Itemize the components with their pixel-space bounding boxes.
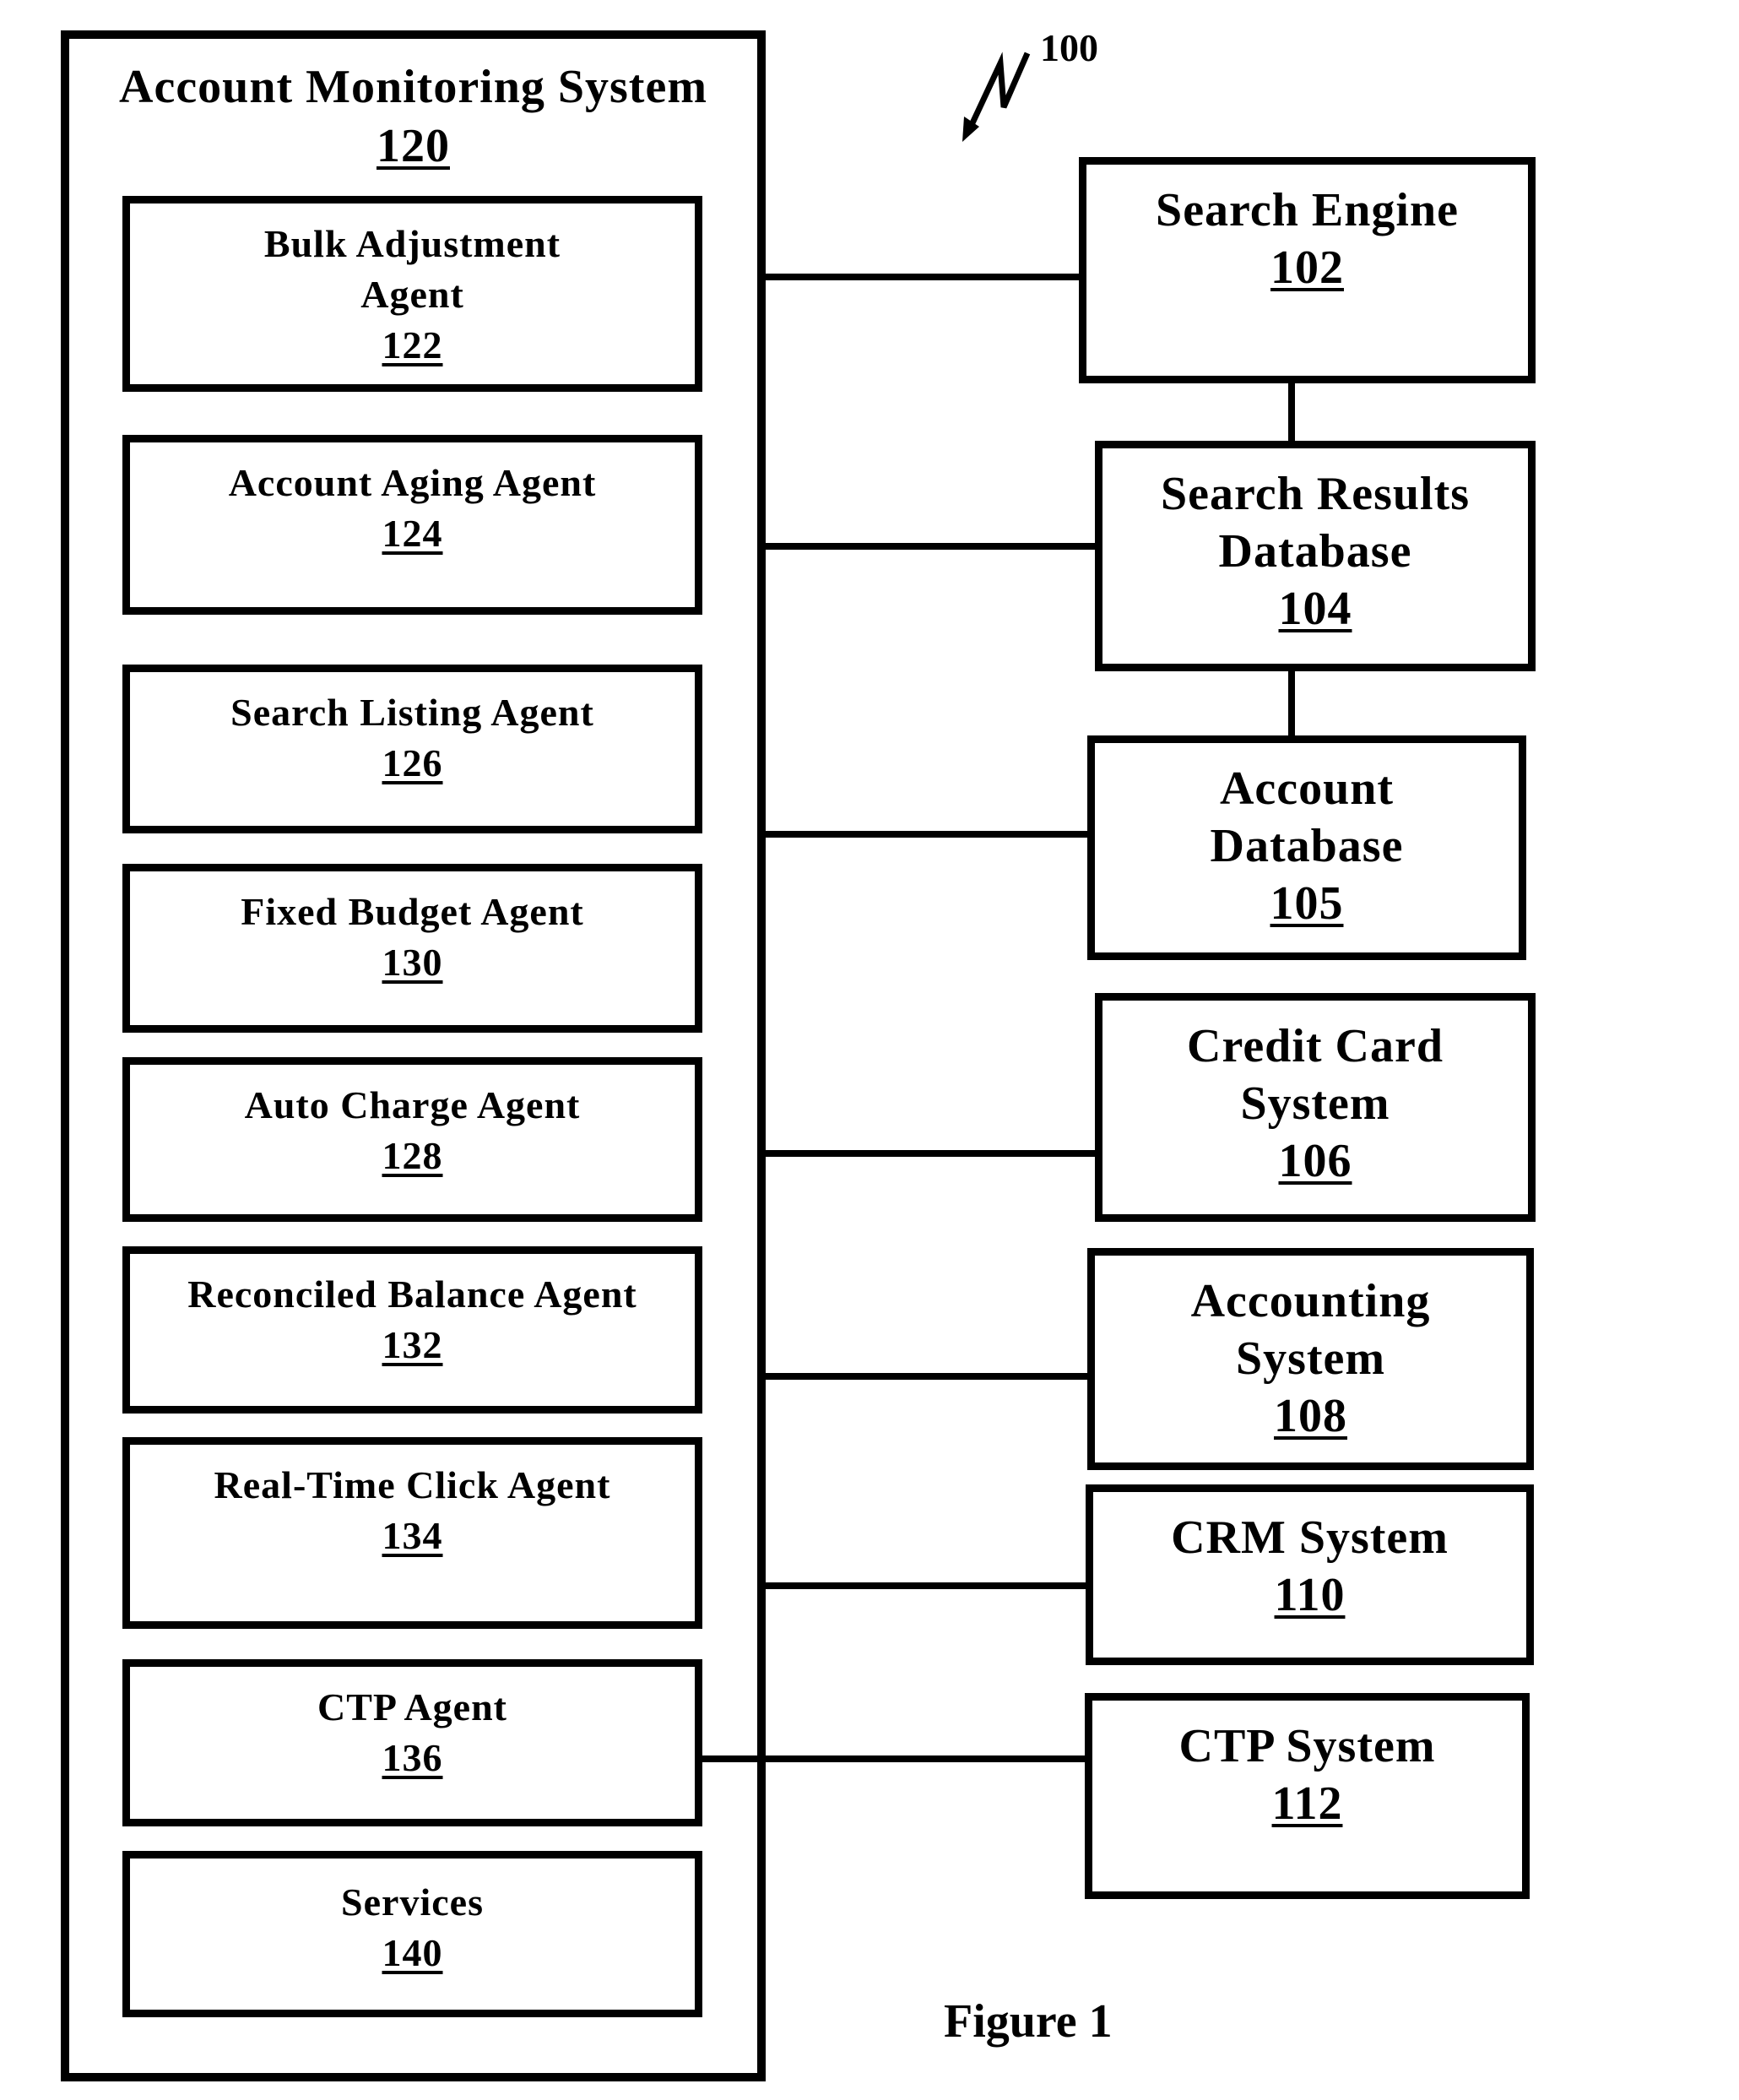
system-ref: 110 xyxy=(1274,1569,1346,1621)
system-accounting: Accounting System 108 xyxy=(1087,1248,1534,1470)
reference-arrow-icon xyxy=(962,52,1031,142)
agent-bulk-adjustment: Bulk Adjustment Agent 122 xyxy=(122,196,702,392)
system-ref: 104 xyxy=(1278,583,1352,635)
system-ref: 106 xyxy=(1278,1135,1352,1187)
agent-label: Reconciled Balance Agent xyxy=(187,1272,637,1316)
system-ref: 120 xyxy=(377,120,450,172)
agent-ctp: CTP Agent 136 xyxy=(122,1659,702,1826)
agent-label: Fixed Budget Agent xyxy=(241,890,584,933)
system-ctp: CTP System 112 xyxy=(1085,1693,1530,1899)
system-label: Account Database xyxy=(1210,762,1404,872)
connector-120-110 xyxy=(766,1582,1086,1589)
connector-104-105 xyxy=(1288,671,1295,735)
agent-label: Search Listing Agent xyxy=(230,691,594,734)
connector-120-106 xyxy=(766,1150,1095,1157)
agent-ref: 126 xyxy=(382,741,443,784)
agent-ref: 132 xyxy=(382,1323,443,1366)
agent-reconciled-balance: Reconciled Balance Agent 132 xyxy=(122,1246,702,1414)
agent-label: Real-Time Click Agent xyxy=(214,1463,611,1506)
agent-ref: 136 xyxy=(382,1736,443,1779)
system-label: Accounting System xyxy=(1190,1275,1431,1385)
system-ref: 105 xyxy=(1270,877,1344,930)
agent-label: Services xyxy=(341,1880,484,1924)
system-search-engine: Search Engine 102 xyxy=(1079,157,1536,383)
agent-label: Auto Charge Agent xyxy=(244,1083,581,1126)
system-label: Credit Card System xyxy=(1187,1020,1444,1130)
connector-136-112 xyxy=(702,1755,1085,1762)
system-label: CRM System xyxy=(1171,1511,1449,1564)
agent-auto-charge: Auto Charge Agent 128 xyxy=(122,1057,702,1222)
figure-reference-number: 100 xyxy=(1040,26,1098,69)
system-ref: 102 xyxy=(1270,241,1344,294)
agent-search-listing: Search Listing Agent 126 xyxy=(122,665,702,833)
system-title: Account Monitoring System xyxy=(119,61,707,113)
system-search-results-database: Search Results Database 104 xyxy=(1095,441,1536,671)
agent-ref: 130 xyxy=(382,941,443,984)
agent-ref: 124 xyxy=(382,512,443,555)
agent-ref: 122 xyxy=(382,323,443,366)
agent-real-time-click: Real-Time Click Agent 134 xyxy=(122,1437,702,1629)
system-credit-card: Credit Card System 106 xyxy=(1095,993,1536,1222)
system-label: Search Results Database xyxy=(1160,468,1471,578)
agent-ref: 128 xyxy=(382,1134,443,1177)
agent-services: Services 140 xyxy=(122,1851,702,2017)
system-label: Search Engine xyxy=(1156,184,1459,236)
agent-fixed-budget: Fixed Budget Agent 130 xyxy=(122,864,702,1033)
system-account-database: Account Database 105 xyxy=(1087,735,1526,960)
agent-label: Bulk Adjustment Agent xyxy=(263,222,561,316)
agent-label: CTP Agent xyxy=(317,1685,507,1728)
agent-label: Account Aging Agent xyxy=(228,461,597,504)
connector-102-104 xyxy=(1288,383,1295,441)
system-ref: 108 xyxy=(1274,1390,1347,1442)
system-crm: CRM System 110 xyxy=(1086,1484,1534,1665)
connector-120-102 xyxy=(766,274,1079,280)
system-label: CTP System xyxy=(1178,1720,1436,1772)
connector-120-104 xyxy=(766,543,1095,550)
connector-120-108 xyxy=(766,1373,1087,1380)
agent-ref: 140 xyxy=(382,1931,443,1974)
figure-caption: Figure 1 xyxy=(944,1995,1113,2048)
system-ref: 112 xyxy=(1271,1777,1343,1830)
agent-account-aging: Account Aging Agent 124 xyxy=(122,435,702,615)
agent-ref: 134 xyxy=(382,1514,443,1557)
connector-120-105 xyxy=(766,831,1087,838)
